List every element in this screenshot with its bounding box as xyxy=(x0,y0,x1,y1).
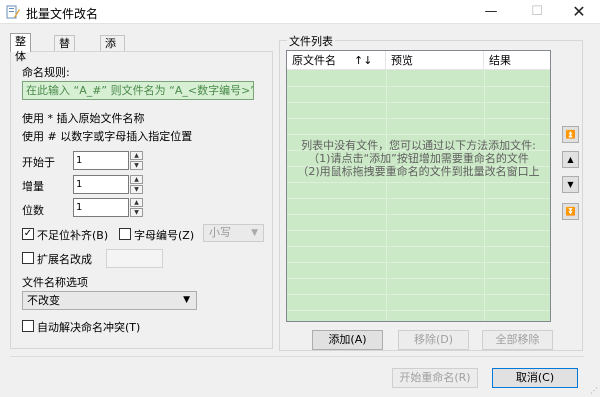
grid-line xyxy=(287,134,550,135)
chevron-down-icon: ▼ xyxy=(251,228,258,238)
hint-hash: 使用 # 以数字或字母插入指定位置 xyxy=(22,130,193,143)
empty-hint: 列表中没有文件，您可以通过以下方法添加文件: （1)请点击“添加”按钮增加需要重… xyxy=(287,139,550,178)
pad-label: 不足位补齐(B) xyxy=(37,229,109,242)
spin-up-icon[interactable]: ▲ xyxy=(130,175,143,184)
cancel-button[interactable]: 取消(C) xyxy=(492,368,578,388)
remove-all-button: 全部移除 xyxy=(482,330,553,350)
spin-up-icon[interactable]: ▲ xyxy=(130,151,143,160)
grid-line xyxy=(484,70,485,321)
col-original-name[interactable]: 原文件名 ↑↓ xyxy=(287,51,386,70)
case-select: 小写 ▼ xyxy=(203,224,264,242)
col-original-name-label: 原文件名 xyxy=(292,54,336,67)
spin-down-icon[interactable]: ▼ xyxy=(130,185,143,194)
step-spin-buttons[interactable]: ▲ ▼ xyxy=(130,175,143,194)
grid-line xyxy=(287,246,550,247)
empty-hint-line: （2)用鼠标拖拽要重命名的文件到批量改名窗口上 xyxy=(297,165,540,178)
file-list[interactable]: 原文件名 ↑↓ 预览 结果 列表中没有文件，您可以通过以下方法添加文件: （1)… xyxy=(286,50,551,322)
step-value[interactable]: 1 xyxy=(73,175,129,194)
step-stepper[interactable]: 1 ▲ ▼ xyxy=(73,175,143,194)
case-value: 小写 xyxy=(209,226,231,239)
grid-line xyxy=(287,86,550,87)
ext-label: 扩展名改成 xyxy=(37,253,92,266)
start-rename-button: 开始重命名(R) xyxy=(392,368,478,388)
tab-add-delete[interactable]: 添加/删除 xyxy=(100,35,125,95)
name-option-label: 文件名称选项 xyxy=(22,276,88,289)
ext-checkbox[interactable] xyxy=(22,252,34,264)
tab-whole[interactable]: 整体 xyxy=(10,33,31,63)
move-up-icon: ▲ xyxy=(567,155,574,164)
minimize-button[interactable]: — xyxy=(468,0,514,24)
start-label: 开始于 xyxy=(22,156,55,169)
auto-resolve-label: 自动解决命名冲突(T) xyxy=(37,321,141,334)
separator xyxy=(10,356,584,357)
move-up-button[interactable]: ▲ xyxy=(562,151,579,168)
grid-line xyxy=(287,118,550,119)
move-bottom-button[interactable]: ⏬ xyxy=(562,203,579,220)
resize-grip-icon[interactable]: ⋰ xyxy=(590,386,598,395)
name-option-select[interactable]: 不改变 ▼ xyxy=(22,291,197,310)
grid-line xyxy=(287,278,550,279)
spin-up-icon[interactable]: ▲ xyxy=(130,198,143,207)
move-top-icon: ⏫ xyxy=(565,130,576,139)
file-list-group-label: 文件列表 xyxy=(287,33,335,49)
digits-stepper[interactable]: 1 ▲ ▼ xyxy=(73,198,143,217)
start-value[interactable]: 1 xyxy=(73,151,129,170)
grid-line xyxy=(287,230,550,231)
remove-button: 移除(D) xyxy=(398,330,469,350)
letter-label: 字母编号(Z) xyxy=(134,229,195,242)
move-down-icon: ▼ xyxy=(567,180,574,189)
chevron-down-icon: ▼ xyxy=(183,295,190,305)
auto-resolve-checkbox[interactable] xyxy=(22,320,34,332)
sort-icon[interactable]: ↑↓ xyxy=(354,51,372,70)
title-bar: 批量文件改名 — ☐ ✕ xyxy=(0,0,600,24)
spin-down-icon[interactable]: ▼ xyxy=(130,161,143,170)
move-bottom-icon: ⏬ xyxy=(565,207,576,216)
tab-replace[interactable]: 替换 xyxy=(54,35,75,65)
digits-value[interactable]: 1 xyxy=(73,198,129,217)
move-top-button[interactable]: ⏫ xyxy=(562,126,579,143)
ext-input xyxy=(106,249,163,268)
add-button[interactable]: 添加(A) xyxy=(312,330,383,350)
spin-down-icon[interactable]: ▼ xyxy=(130,208,143,217)
grid-line xyxy=(287,198,550,199)
step-label: 增量 xyxy=(22,180,44,193)
naming-rule-label: 命名规则: xyxy=(22,66,70,79)
col-preview[interactable]: 预览 xyxy=(386,51,484,70)
start-stepper[interactable]: 1 ▲ ▼ xyxy=(73,151,143,170)
col-result[interactable]: 结果 xyxy=(484,51,550,70)
letter-checkbox[interactable] xyxy=(119,228,131,240)
grid-line xyxy=(287,310,550,311)
grid-line xyxy=(287,294,550,295)
digits-label: 位数 xyxy=(22,204,44,217)
hint-star: 使用 * 插入原始文件名称 xyxy=(22,112,145,125)
grid-line xyxy=(287,214,550,215)
grid-line xyxy=(287,182,550,183)
file-list-header: 原文件名 ↑↓ 预览 结果 xyxy=(287,51,550,70)
pad-checkbox[interactable]: ✓ xyxy=(22,228,34,240)
empty-hint-line: 列表中没有文件，您可以通过以下方法添加文件: xyxy=(301,139,536,152)
digits-spin-buttons[interactable]: ▲ ▼ xyxy=(130,198,143,217)
grid-line xyxy=(287,102,550,103)
window-title: 批量文件改名 xyxy=(26,7,99,21)
close-button[interactable]: ✕ xyxy=(556,0,600,24)
file-list-grid xyxy=(287,70,550,321)
maximize-button: ☐ xyxy=(531,4,543,19)
rename-app-icon xyxy=(6,5,20,19)
pattern-input[interactable]: 在此输入 “A_#” 则文件名为 “A_<数字编号>” xyxy=(22,81,254,100)
grid-line xyxy=(287,262,550,263)
move-down-button[interactable]: ▼ xyxy=(562,176,579,193)
name-option-value: 不改变 xyxy=(27,294,60,307)
grid-line xyxy=(386,70,387,321)
start-spin-buttons[interactable]: ▲ ▼ xyxy=(130,151,143,170)
empty-hint-line: （1)请点击“添加”按钮增加需要重命名的文件 xyxy=(308,152,529,165)
